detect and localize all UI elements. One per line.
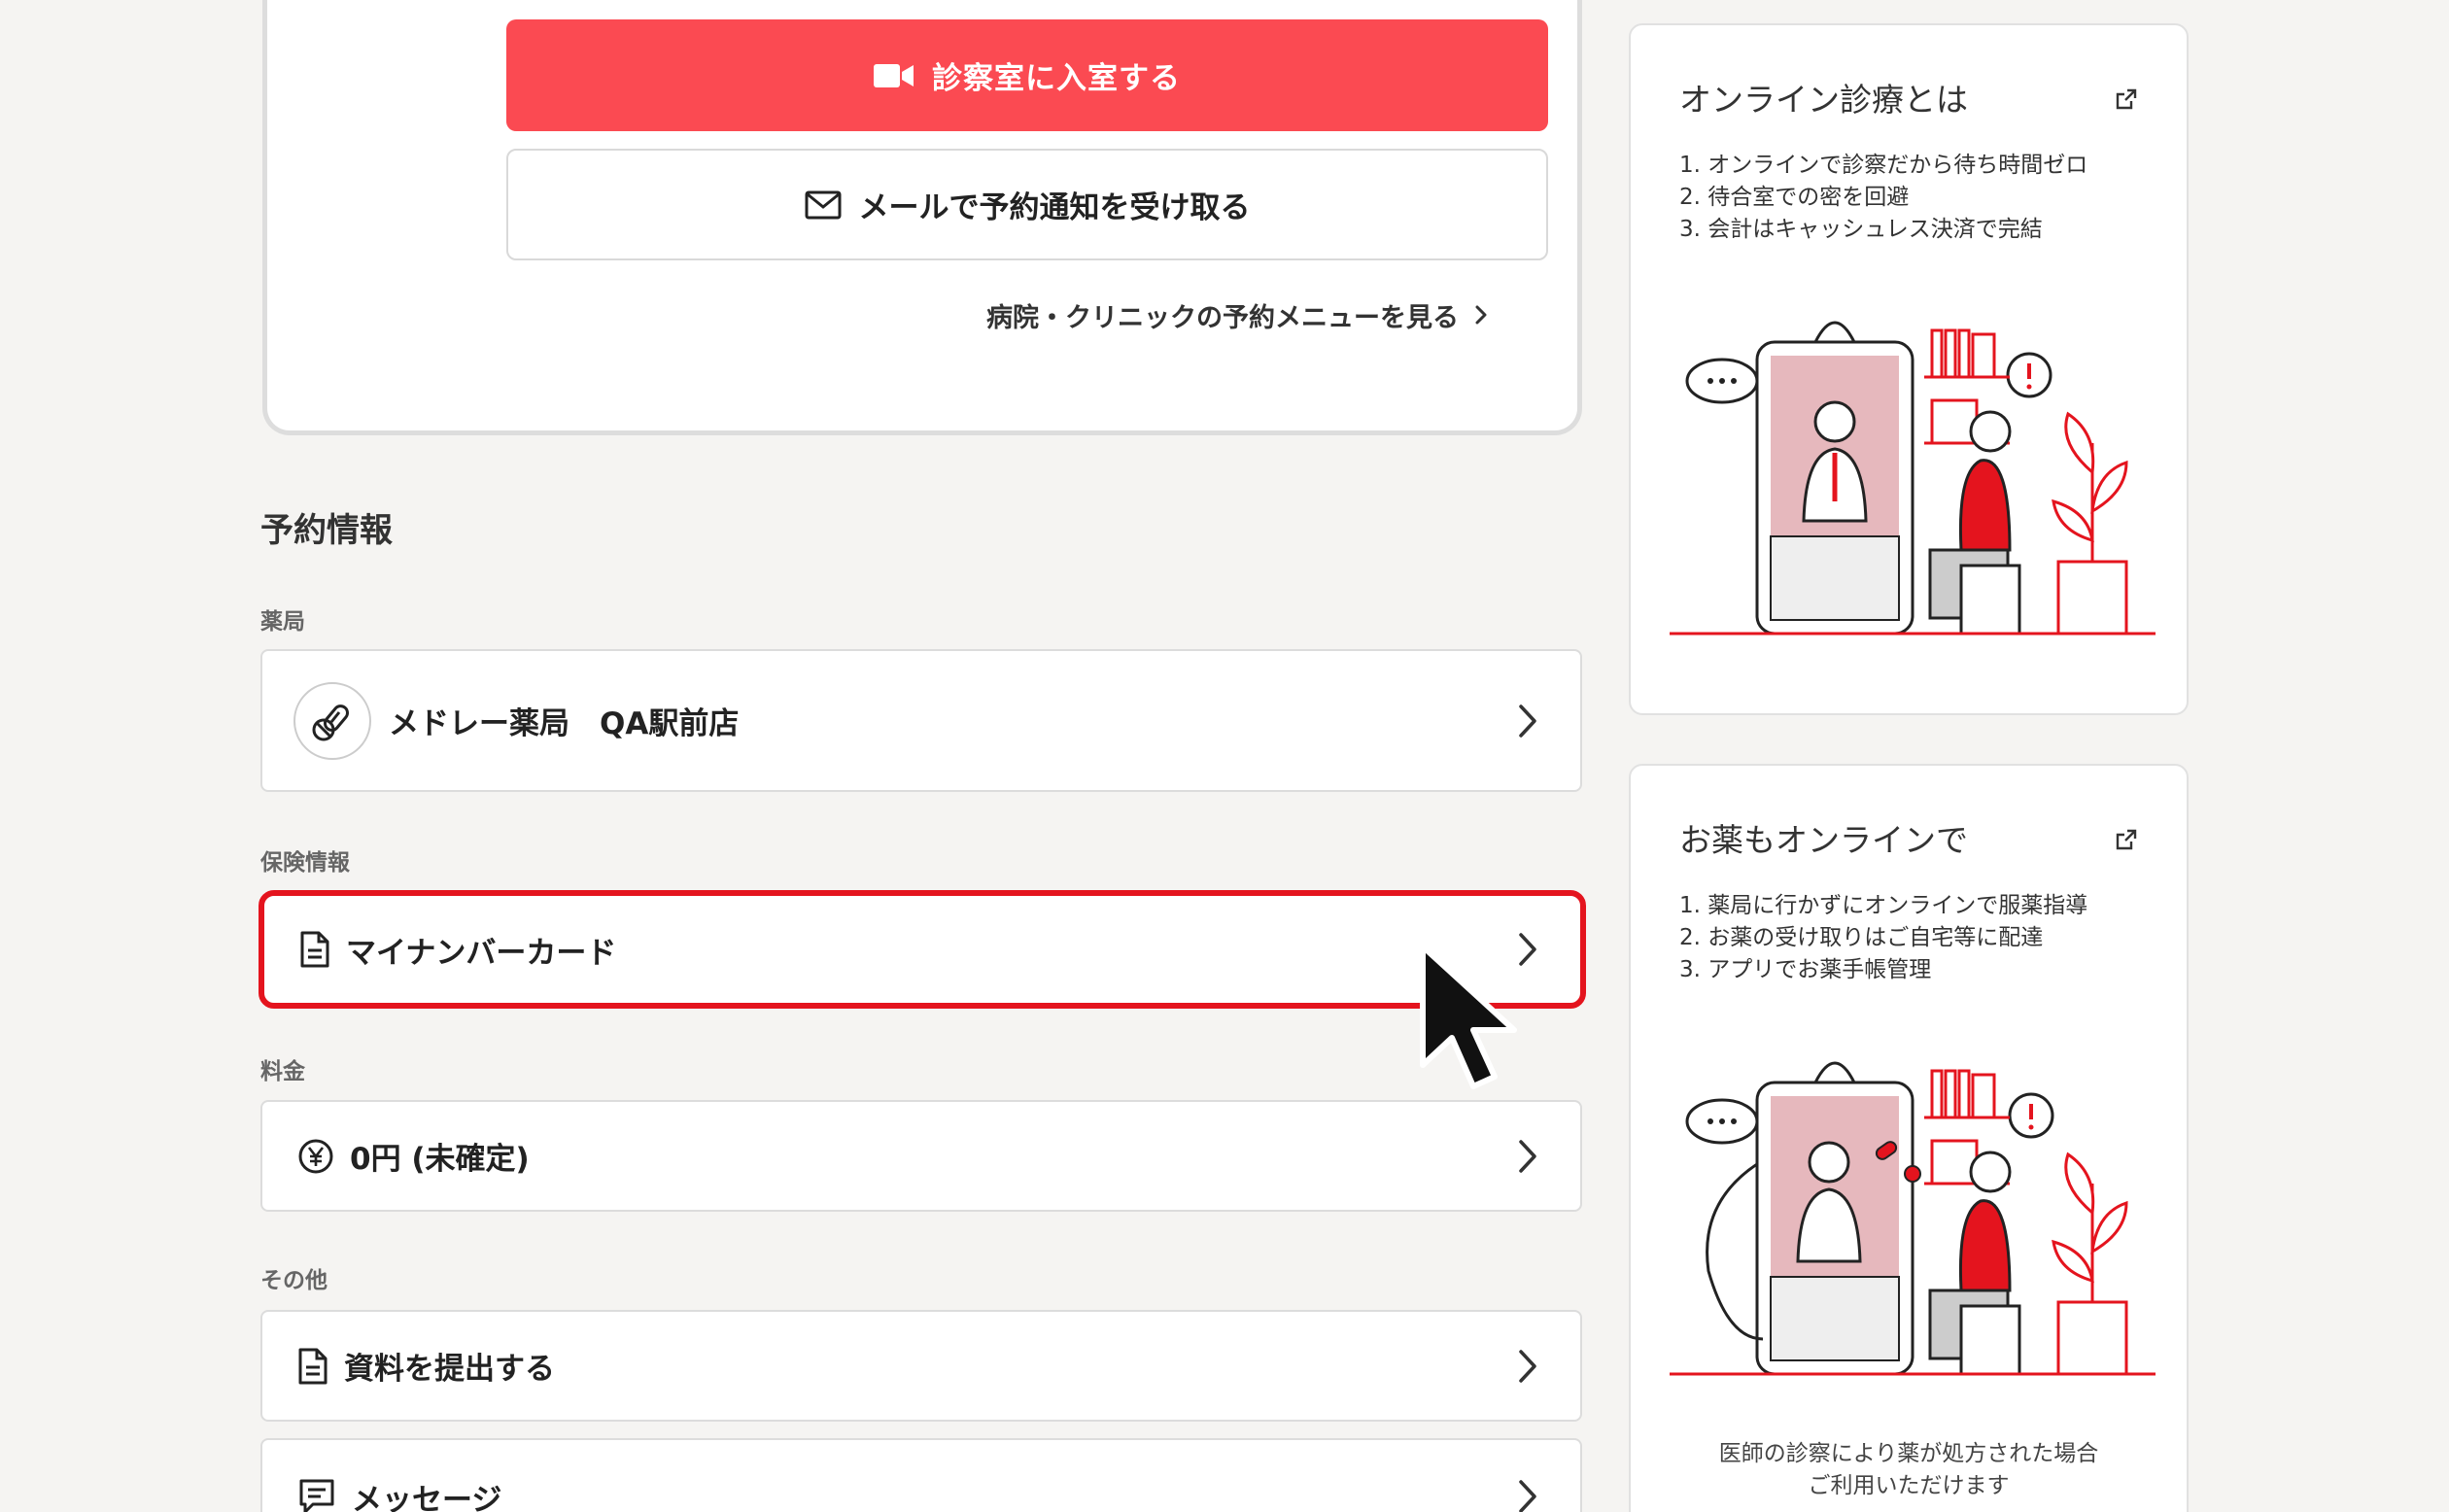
chevron-right-icon bbox=[1475, 305, 1487, 325]
mouse-cursor-icon bbox=[1420, 944, 1517, 1089]
clinic-menu-link[interactable]: 病院・クリニックの予約メニューを見る bbox=[986, 292, 1488, 338]
mail-notify-button[interactable]: メールで予約通知を受け取る bbox=[506, 149, 1548, 260]
enter-exam-room-label: 診察室に入室する bbox=[932, 61, 1181, 96]
pharmacy-row[interactable]: メドレー薬局 QA駅前店 bbox=[260, 649, 1582, 792]
other-label: その他 bbox=[260, 1268, 328, 1293]
external-link-icon[interactable] bbox=[2115, 828, 2138, 851]
appointment-action-card: 診察室に入室する メールで予約通知を受け取る 病院・クリニックの予約メニューを見… bbox=[262, 0, 1582, 435]
page: 診察室に入室する メールで予約通知を受け取る 病院・クリニックの予約メニューを見… bbox=[0, 0, 2449, 1512]
fee-row[interactable]: 0円 (未確定) bbox=[260, 1100, 1582, 1212]
document-icon bbox=[298, 1348, 328, 1384]
fee-label: 料金 bbox=[260, 1059, 305, 1084]
chevron-right-icon bbox=[1519, 1480, 1536, 1512]
yen-coin-icon bbox=[298, 1139, 333, 1173]
message-row[interactable]: メッセージ bbox=[260, 1438, 1582, 1512]
online-medicine-title: お薬もオンラインで bbox=[1679, 821, 1968, 859]
list-item: 2. 待合室での密を回避 bbox=[1679, 185, 1910, 210]
chevron-right-icon bbox=[1519, 1139, 1536, 1173]
submit-documents-label: 資料を提出する bbox=[344, 1352, 555, 1387]
video-camera-icon bbox=[874, 63, 914, 87]
list-item: 2. お薬の受け取りはご自宅等に配達 bbox=[1679, 925, 2044, 950]
fee-value: 0円 (未確定) bbox=[350, 1142, 530, 1177]
online-medicine-illustration bbox=[1670, 1061, 2156, 1376]
pharmacy-label: 薬局 bbox=[260, 609, 305, 635]
online-medicine-benefits: 1. 薬局に行かずにオンラインで服薬指導 2. お薬の受け取りはご自宅等に配達 … bbox=[1679, 890, 2087, 986]
online-care-benefits: 1. オンラインで診察だから待ち時間ゼロ 2. 待合室での密を回避 3. 会計は… bbox=[1679, 150, 2087, 246]
online-care-card[interactable]: オンライン診療とは 1. オンラインで診察だから待ち時間ゼロ 2. 待合室での密… bbox=[1629, 23, 2189, 715]
prescription-note-line2: ご利用いただけます bbox=[1808, 1473, 2010, 1498]
pharmacy-name: メドレー薬局 QA駅前店 bbox=[389, 706, 740, 741]
list-item: 3. アプリでお薬手帳管理 bbox=[1679, 957, 1932, 982]
document-icon bbox=[300, 931, 329, 968]
online-consultation-illustration bbox=[1670, 321, 2156, 636]
mail-notify-label: メールで予約通知を受け取る bbox=[858, 190, 1251, 225]
clinic-menu-link-label: 病院・クリニックの予約メニューを見る bbox=[986, 302, 1459, 333]
pill-icon bbox=[312, 704, 349, 740]
list-item: 1. オンラインで診察だから待ち時間ゼロ bbox=[1679, 153, 2088, 178]
chevron-right-icon bbox=[1519, 704, 1536, 738]
prescription-note-line1: 医師の診察により薬が処方された場合 bbox=[1718, 1441, 2099, 1466]
external-link-icon[interactable] bbox=[2115, 87, 2138, 111]
enter-exam-room-button[interactable]: 診察室に入室する bbox=[506, 19, 1548, 131]
insurance-label: 保険情報 bbox=[260, 850, 350, 876]
online-care-title: オンライン診療とは bbox=[1679, 81, 1968, 119]
submit-documents-row[interactable]: 資料を提出する bbox=[260, 1310, 1582, 1422]
list-item: 3. 会計はキャッシュレス決済で完結 bbox=[1679, 217, 2043, 242]
list-item: 1. 薬局に行かずにオンラインで服薬指導 bbox=[1679, 893, 2088, 918]
online-medicine-card[interactable]: お薬もオンラインで 1. 薬局に行かずにオンラインで服薬指導 2. お薬の受け取… bbox=[1629, 764, 2189, 1512]
insurance-value: マイナンバーカード bbox=[346, 935, 617, 971]
insurance-row[interactable]: マイナンバーカード bbox=[259, 890, 1586, 1009]
chevron-right-icon bbox=[1519, 1349, 1536, 1383]
reservation-info-title: 予約情報 bbox=[260, 511, 393, 550]
pharmacy-avatar bbox=[293, 681, 371, 760]
mail-icon bbox=[805, 190, 841, 219]
message-label: メッセージ bbox=[352, 1482, 502, 1512]
chat-bubble-icon bbox=[299, 1479, 334, 1512]
